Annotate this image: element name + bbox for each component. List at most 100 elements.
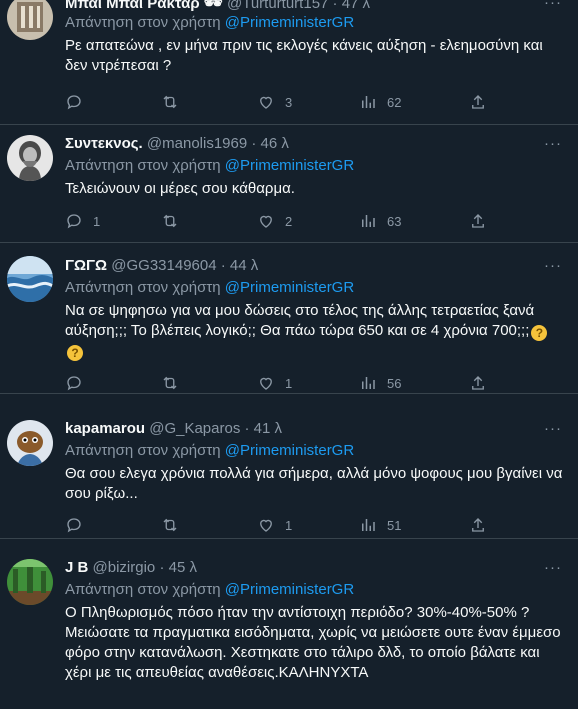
timestamp[interactable]: · 41 λ xyxy=(245,420,283,437)
tweet-header: J B @bizirgio · 45 λ xyxy=(65,559,197,576)
share-icon xyxy=(472,214,484,228)
reply-button[interactable] xyxy=(65,515,93,535)
tweet[interactable]: kapamarou @G_Kaparos · 41 λ ··· Απάντηση… xyxy=(0,394,578,539)
timestamp[interactable]: · 45 λ xyxy=(159,559,197,576)
reply-button[interactable] xyxy=(65,373,93,393)
reply-count: 1 xyxy=(93,213,101,229)
like-button[interactable]: 3 xyxy=(257,92,292,112)
reply-icon xyxy=(67,214,81,229)
avatar[interactable] xyxy=(7,559,53,605)
views-button[interactable]: 62 xyxy=(359,92,401,112)
tweet-header: Συντεκνος. @manolis1969 · 46 λ xyxy=(65,135,289,152)
reply-prefix: Απάντηση στον χρήστη xyxy=(65,157,221,174)
more-options-button[interactable]: ··· xyxy=(544,257,562,274)
reply-context: Απάντηση στον χρήστη @PrimeministerGR xyxy=(65,442,354,459)
mention-link[interactable]: @PrimeministerGR xyxy=(225,14,354,31)
like-count: 2 xyxy=(285,213,293,229)
mention-link[interactable]: @PrimeministerGR xyxy=(225,279,354,296)
reply-context: Απάντηση στον χρήστη @PrimeministerGR xyxy=(65,14,354,31)
tweet-header: Μπαι Μπαι Ρακταρ 🕶 @Turturturt157 · 47 λ xyxy=(65,0,370,12)
tweet-text-block: Να σε ψηφησω για να μου δώσεις στο τέλος… xyxy=(65,301,565,361)
views-button[interactable]: 56 xyxy=(359,373,401,393)
tweet[interactable]: Συντεκνος. @manolis1969 · 46 λ ··· Απάντ… xyxy=(0,125,578,243)
timestamp[interactable]: · 47 λ xyxy=(333,0,371,12)
tweet-text: Τελειώνουν οι μέρες σου κάθαρμα. xyxy=(65,180,295,197)
like-count: 3 xyxy=(285,94,293,110)
avatar[interactable] xyxy=(7,135,53,181)
handle[interactable]: @Turturturt157 xyxy=(227,0,328,12)
reply-button[interactable]: 1 xyxy=(65,211,100,231)
display-name[interactable]: Μπαι Μπαι Ρακταρ 🕶 xyxy=(65,0,223,12)
reply-prefix: Απάντηση στον χρήστη xyxy=(65,581,221,598)
handle[interactable]: @GG33149604 xyxy=(111,257,216,274)
more-options-button[interactable]: ··· xyxy=(544,135,562,152)
timestamp[interactable]: · 46 λ xyxy=(251,135,289,152)
avatar[interactable] xyxy=(7,420,53,466)
tweet-header: kapamarou @G_Kaparos · 41 λ xyxy=(65,420,282,437)
more-options-button[interactable]: ··· xyxy=(544,0,562,11)
share-button[interactable] xyxy=(469,211,487,231)
handle[interactable]: @bizirgio xyxy=(93,559,156,576)
view-count: 63 xyxy=(387,213,402,229)
retweet-button[interactable] xyxy=(161,373,189,393)
mention-link[interactable]: @PrimeministerGR xyxy=(225,442,354,459)
handle[interactable]: @manolis1969 xyxy=(147,135,247,152)
heart-icon xyxy=(260,96,272,109)
display-name[interactable]: ΓΩΓΩ xyxy=(65,257,107,274)
like-button[interactable]: 1 xyxy=(257,515,292,535)
mention-link[interactable]: @PrimeministerGR xyxy=(225,157,354,174)
reply-icon xyxy=(67,518,81,533)
reply-prefix: Απάντηση στον χρήστη xyxy=(65,14,221,31)
like-button[interactable]: 2 xyxy=(257,211,292,231)
views-button[interactable]: 51 xyxy=(359,515,401,535)
tweet[interactable]: ΓΩΓΩ @GG33149604 · 44 λ ··· Απάντηση στο… xyxy=(0,243,578,394)
more-options-button[interactable]: ··· xyxy=(544,420,562,437)
reply-prefix: Απάντηση στον χρήστη xyxy=(65,279,221,296)
share-icon xyxy=(472,518,484,532)
avatar[interactable] xyxy=(7,0,53,40)
reply-icon xyxy=(67,95,81,110)
share-button[interactable] xyxy=(469,373,487,393)
reply-context: Απάντηση στον χρήστη @PrimeministerGR xyxy=(65,581,354,598)
tweet[interactable]: Μπαι Μπαι Ρακταρ 🕶 @Turturturt157 · 47 λ… xyxy=(0,0,578,125)
views-icon xyxy=(362,215,375,227)
display-name[interactable]: Συντεκνος. xyxy=(65,135,143,152)
share-button[interactable] xyxy=(469,92,487,112)
retweet-icon xyxy=(163,214,177,228)
share-icon xyxy=(472,376,484,390)
views-button[interactable]: 63 xyxy=(359,211,401,231)
thinking-face-icon: ? xyxy=(531,325,548,341)
handle[interactable]: @G_Kaparos xyxy=(149,420,240,437)
like-count: 1 xyxy=(285,517,293,533)
view-count: 56 xyxy=(387,375,402,391)
mention-link[interactable]: @PrimeministerGR xyxy=(225,581,354,598)
share-icon xyxy=(472,95,484,109)
view-count: 51 xyxy=(387,517,402,533)
retweet-button[interactable] xyxy=(161,211,189,231)
tweet[interactable]: J B @bizirgio · 45 λ ··· Απάντηση στον χ… xyxy=(0,539,578,709)
display-name[interactable]: J B xyxy=(65,559,88,576)
reply-prefix: Απάντηση στον χρήστη xyxy=(65,442,221,459)
timestamp[interactable]: · 44 λ xyxy=(221,257,259,274)
action-bar: 1 51 xyxy=(65,515,535,535)
views-icon xyxy=(362,96,375,108)
reply-context: Απάντηση στον χρήστη @PrimeministerGR xyxy=(65,279,354,296)
action-bar: 1 56 xyxy=(65,373,535,393)
reply-icon xyxy=(67,376,81,391)
reply-context: Απάντηση στον χρήστη @PrimeministerGR xyxy=(65,157,354,174)
tweet-header: ΓΩΓΩ @GG33149604 · 44 λ xyxy=(65,257,258,274)
tweet-text: Θα σου ελεγα χρόνια πολλά για σήμερα, αλ… xyxy=(65,465,563,502)
avatar[interactable] xyxy=(7,256,53,302)
share-button[interactable] xyxy=(469,515,487,535)
display-name[interactable]: kapamarou xyxy=(65,420,145,437)
retweet-button[interactable] xyxy=(161,515,189,535)
tweet-text: Να σε ψηφησω για να μου δώσεις στο τέλος… xyxy=(65,302,535,339)
more-options-button[interactable]: ··· xyxy=(544,559,562,576)
like-button[interactable]: 1 xyxy=(257,373,292,393)
views-icon xyxy=(362,377,375,389)
reply-button[interactable] xyxy=(65,92,93,112)
thinking-face-icon: ? xyxy=(67,345,83,361)
retweet-button[interactable] xyxy=(161,92,189,112)
retweet-icon xyxy=(163,518,177,532)
tweet-text: Ο Πληθωρισμός πόσο ήταν την αντίστοιχη π… xyxy=(65,604,561,681)
